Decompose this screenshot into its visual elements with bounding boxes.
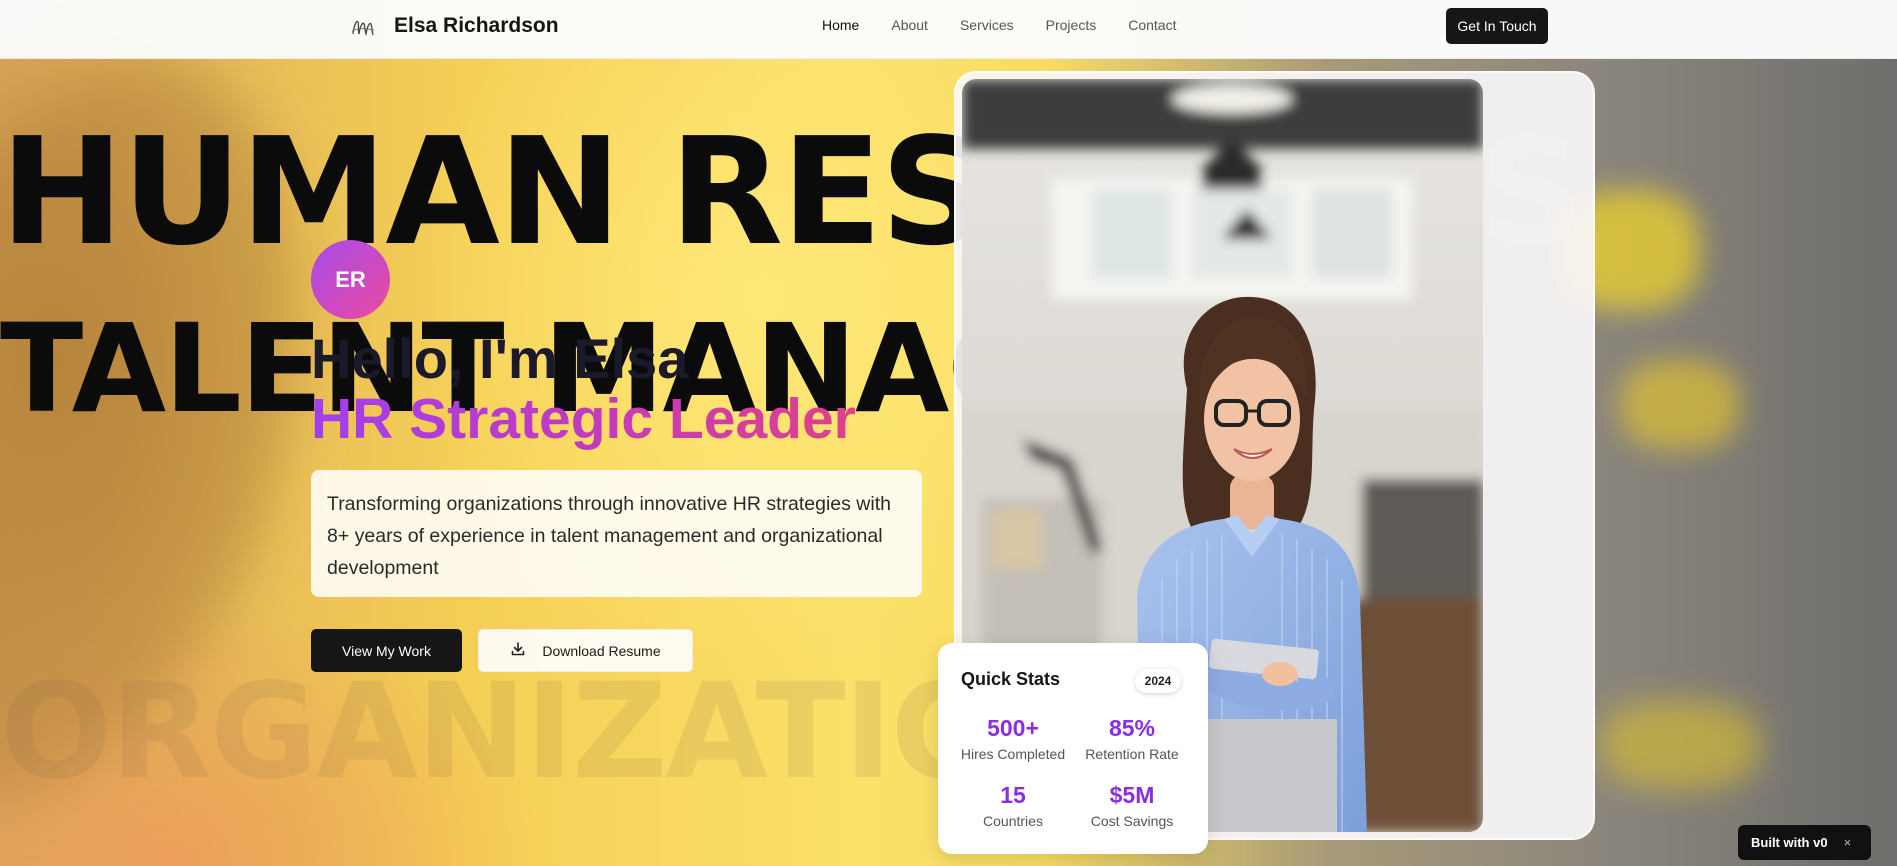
background-word-human-resources: HUMAN RESO [0,106,1111,278]
quick-stats-card: Quick Stats 2024 500+ Hires Completed 85… [938,643,1208,854]
avatar: ER [311,240,390,319]
brand-name[interactable]: Elsa Richardson [394,14,559,38]
description-card: Transforming organizations through innov… [311,470,922,597]
download-resume-label: Download Resume [542,642,661,659]
quick-stats-title: Quick Stats [961,669,1061,689]
stat-value: 500+ [987,715,1039,741]
nav-link-contact[interactable]: Contact [1128,17,1176,33]
download-icon [510,641,526,660]
year-badge: 2024 [1135,669,1181,693]
stat-value: $5M [1109,782,1155,808]
nav-link-projects[interactable]: Projects [1046,17,1097,33]
download-resume-button[interactable]: Download Resume [478,629,693,672]
stat-label: Hires Completed [960,746,1066,762]
greeting-heading: Hello, I'm Elsa [311,327,689,390]
navbar: Elsa Richardson Home About Services Proj… [0,0,1897,59]
stat-label: Retention Rate [1085,746,1179,762]
signature-logo-icon[interactable] [350,14,376,40]
close-icon[interactable]: × [1844,835,1852,850]
background-blur-shape [1600,700,1760,790]
description-text: Transforming organizations through innov… [327,493,891,579]
background-word-organizational-development: ORGANIZATIO [0,655,1003,809]
stat-retention: 85% Retention Rate [1072,715,1192,763]
nav-link-home[interactable]: Home [822,17,859,33]
stat-hires: 500+ Hires Completed [953,715,1073,763]
get-in-touch-button[interactable]: Get In Touch [1446,8,1548,44]
view-my-work-button[interactable]: View My Work [311,629,462,672]
nav-links: Home About Services Projects Contact [822,17,1208,33]
stat-label: Cost Savings [1090,813,1174,829]
nav-link-about[interactable]: About [891,17,928,33]
built-with-v0-badge[interactable]: Built with v0 × [1738,825,1871,860]
stat-label: Countries [983,813,1043,829]
stat-value: 15 [1000,782,1026,808]
stat-value: 85% [1108,715,1156,741]
background-blur-shape [1620,360,1740,450]
stat-countries: 15 Countries [953,782,1073,830]
nav-link-services[interactable]: Services [960,17,1014,33]
stat-cost-savings: $5M Cost Savings [1072,782,1192,830]
badge-label: Built with v0 [1751,835,1828,850]
role-heading: HR Strategic Leader [311,387,856,451]
